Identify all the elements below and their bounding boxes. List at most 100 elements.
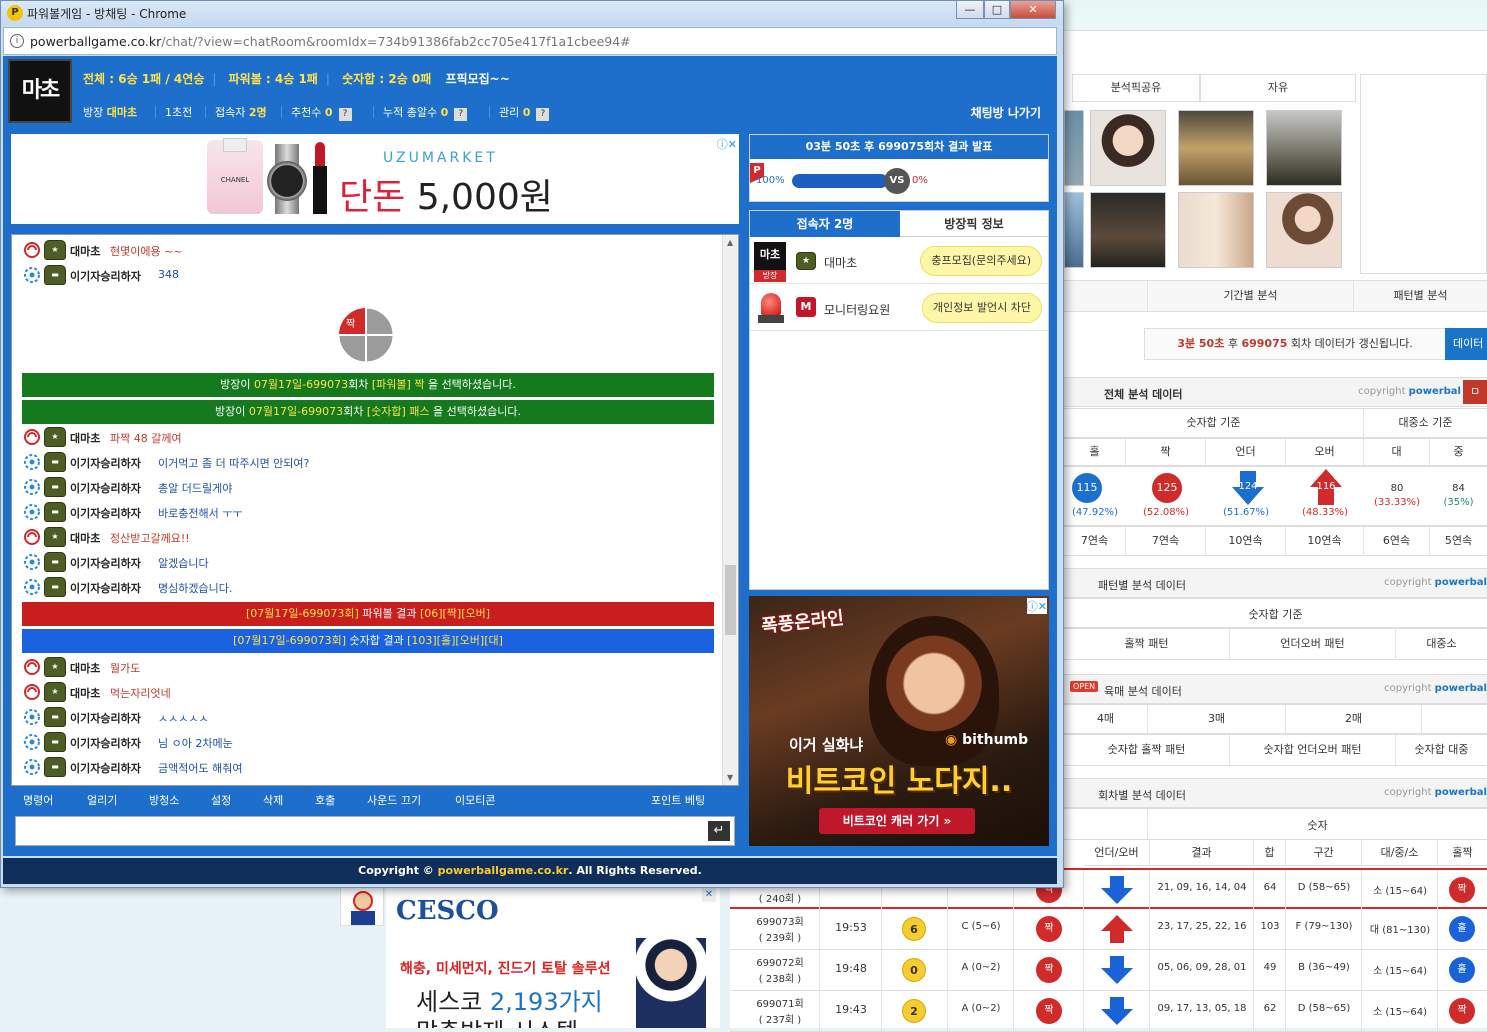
chat-menu: 명령어 얼리기 방청소 설정 삭제 호출 사운드 끄기 이모티콘 포인트 베팅 [11, 787, 739, 811]
ad-close-icon[interactable]: ⓘ✕ [1026, 598, 1047, 614]
data-button[interactable]: 데이터 [1445, 328, 1487, 360]
menu-call[interactable]: 호출 [315, 792, 335, 808]
minimize-button[interactable]: — [956, 1, 984, 19]
tab-period-analysis[interactable]: 기간별 분석 [1148, 281, 1354, 311]
close-button[interactable]: ✕ [1010, 1, 1056, 19]
room-logo: 마초 [8, 59, 72, 123]
message-nick[interactable]: 이기자승리하자 [70, 555, 141, 571]
message-nick[interactable]: 이기자승리하자 [70, 580, 141, 596]
message-nick[interactable]: 이기자승리하자 [70, 455, 141, 471]
cesco-ad[interactable]: CESCO 해충, 미세먼지, 진드기 토탈 솔루션 세스코 2,193가지 맞… [386, 888, 720, 1028]
message-nick[interactable]: 대마초 [70, 660, 100, 676]
tab-pattern-analysis[interactable]: 패턴별 분석 [1354, 281, 1487, 311]
result-cell: 23, 17, 25, 22, 16 [1150, 909, 1254, 949]
streak: 10연속 [1286, 527, 1364, 555]
vs-icon: VS [884, 168, 910, 194]
section-header: 전체 분석 데이터 copyright powerbal ㅁ [1064, 377, 1487, 407]
photo-thumb[interactable] [1090, 110, 1166, 186]
message-nick[interactable]: 이기자승리하자 [70, 505, 141, 521]
menu-settings[interactable]: 설정 [211, 792, 231, 808]
red-tab[interactable]: ㅁ [1463, 380, 1487, 404]
chat-scrollbar[interactable]: ▲ ▼ [722, 235, 738, 785]
chat-input[interactable]: ↵ [15, 816, 735, 846]
mid-count: 84 [1452, 483, 1465, 494]
menu-point-bet[interactable]: 포인트 베팅 [651, 792, 705, 808]
menu-delete[interactable]: 삭제 [263, 792, 283, 808]
title-bar[interactable]: P 파워볼게임 - 방채팅 - Chrome — □ ✕ [1, 1, 1063, 25]
menu-clear[interactable]: 방청소 [149, 792, 179, 808]
top-banner-ad[interactable]: CHANEL UZUMARKET 단돈 5,000원 ⓘ✕ [11, 134, 739, 224]
menu-freeze[interactable]: 얼리기 [87, 792, 117, 808]
streak-row: 7연속 7연속 10연속 10연속 6연속 5연속 [1064, 526, 1487, 556]
info-icon[interactable]: i [10, 34, 24, 48]
ad-cta-button[interactable]: 비트코인 캐러 가기 » [819, 808, 975, 834]
menu-emoticon[interactable]: 이모티콘 [455, 792, 495, 808]
help-icon[interactable]: ? [338, 108, 352, 121]
message-nick[interactable]: 대마초 [70, 530, 100, 546]
leave-room-button[interactable]: 채팅방 나가기 [971, 104, 1041, 121]
section-title: 패턴별 분석 데이터 [1098, 579, 1186, 592]
room-info-bar: 방장 대마초 1초전 접속자 2명 추천수 0? 누적 총알수 0? 관리 0?… [75, 98, 1055, 124]
ad-close-icon[interactable]: ⓘ✕ [717, 136, 737, 152]
side-banner-ad[interactable]: 폭풍온라인 이거 실화냐 ◉ bithumb 비트코인 노다지.. 비트코인 캐… [749, 596, 1049, 846]
ad-close-icon[interactable]: ✕ [702, 888, 716, 902]
streak: 7연속 [1064, 527, 1126, 555]
chat-log[interactable]: ★ 대마초 현몇이에용 ~~ ▬ 이기자승리하자 348 방장이 07월17일-699073… [11, 234, 739, 786]
mascot-icon [340, 886, 384, 926]
table-row: 699071회( 237회 ) 19:43 2 A (0~2) 짝 09, 17, 13,… [730, 991, 1487, 1032]
scroll-thumb[interactable] [725, 565, 736, 635]
help-icon[interactable]: ? [454, 108, 468, 121]
system-notice: [07월17일-699073회] 파워볼 결과 [06][짝][오버] [22, 602, 714, 626]
numsum-basis: 숫자합 기준 [1064, 409, 1364, 437]
photo-thumb[interactable] [1090, 192, 1166, 268]
tab-users[interactable]: 접속자 2명 [750, 211, 900, 237]
message-nick[interactable]: 이기자승리하자 [70, 710, 141, 726]
size-cell: 소 (15~64) [1362, 991, 1438, 1031]
message-nick[interactable]: 대마초 [70, 685, 100, 701]
user-row-owner[interactable]: 마초 방장 ★ 대마초 충프모집(문의주세요) [750, 238, 1048, 284]
over-arrow-icon [1101, 915, 1133, 943]
url-text[interactable]: powerballgame.co.kr/chat/?view=chatRoom&… [30, 34, 631, 49]
tab-owner-pick-info[interactable]: 방장픽 정보 [900, 211, 1048, 237]
message-nick[interactable]: 이기자승리하자 [70, 735, 141, 751]
address-bar[interactable]: i powerballgame.co.kr/chat/?view=chatRoo… [3, 27, 1057, 55]
scroll-up-icon[interactable]: ▲ [727, 238, 733, 247]
result-cell: 21, 09, 16, 14, 04 [1150, 870, 1254, 910]
message-nick[interactable]: 이기자승리하자 [70, 760, 141, 776]
message-nick[interactable]: 대마초 [70, 430, 100, 446]
photo-thumb[interactable] [1064, 192, 1084, 268]
menu-commands[interactable]: 명령어 [23, 792, 53, 808]
rank-helmet-icon: ▬ [44, 502, 66, 522]
owner-swirl-icon [24, 659, 40, 675]
photo-thumb[interactable] [1266, 192, 1342, 268]
perfume-image: CHANEL [207, 138, 263, 214]
col-odd: 홀 [1064, 439, 1126, 465]
system-notice: [07월17일-699073회] 숫자합 결과 [103][홀][오버][대] [22, 629, 714, 653]
photo-thumb[interactable] [1064, 110, 1084, 186]
user-row-monitor[interactable]: M 모니터링요원 개인정보 발언시 차단 [750, 285, 1048, 331]
user-status-bubble: 충프모집(문의주세요) [920, 246, 1042, 276]
monitor-badge-icon: M [796, 297, 816, 317]
photo-thumb[interactable] [1178, 192, 1254, 268]
scroll-down-icon[interactable]: ▼ [727, 773, 733, 782]
photo-thumb[interactable] [1266, 110, 1342, 186]
message-text: 명심하겠습니다. [158, 582, 233, 595]
ball-number: 2 [902, 999, 926, 1023]
col-mid: 중 [1453, 445, 1464, 458]
message-text: 바로충전해서 ㅜㅜ [158, 507, 243, 520]
refresh-mid: 후 [1224, 337, 1242, 350]
user-gear-icon [24, 479, 40, 495]
message-nick[interactable]: 이기자승리하자 [70, 268, 141, 284]
size-cell: 대 (81~130) [1362, 909, 1438, 949]
menu-sound-off[interactable]: 사운드 끄기 [367, 792, 421, 808]
message-nick[interactable]: 대마초 [70, 243, 100, 259]
watch-image [265, 144, 309, 214]
help-icon[interactable]: ? [536, 108, 550, 121]
tab-free[interactable]: 자유 [1200, 74, 1356, 102]
send-button[interactable]: ↵ [708, 821, 730, 841]
photo-thumb[interactable] [1178, 110, 1254, 186]
section-header: 패턴별 분석 데이터 copyright powerbal [1064, 568, 1487, 598]
tab-pick-share[interactable]: 분석픽공유 [1072, 74, 1200, 102]
message-nick[interactable]: 이기자승리하자 [70, 480, 141, 496]
maximize-button[interactable]: □ [984, 1, 1010, 19]
